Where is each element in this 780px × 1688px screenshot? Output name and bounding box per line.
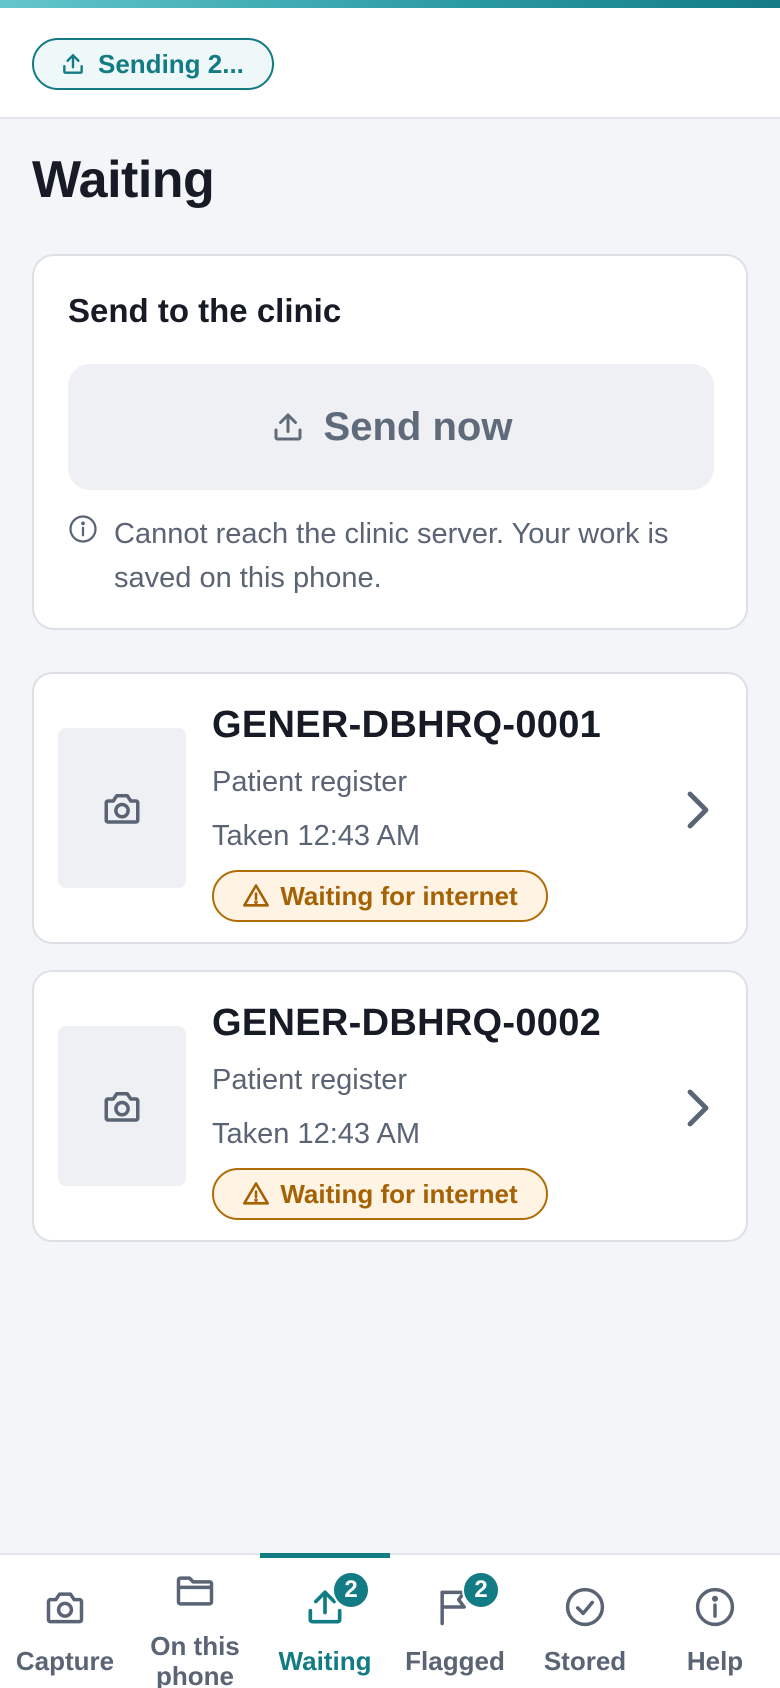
document-taken-time: Taken 12:43 AM	[212, 1118, 420, 1150]
send-now-label: Send now	[323, 404, 513, 449]
connection-info-text: Cannot reach the clinic server. Your wor…	[114, 518, 669, 594]
app-header: Sending 2...	[0, 8, 780, 119]
sync-status-pill[interactable]: Sending 2...	[32, 38, 274, 90]
folder-icon	[176, 1576, 214, 1606]
sync-status-label: Sending 2...	[98, 48, 244, 79]
nav-count-badge: 2	[332, 1571, 370, 1609]
document-thumbnail	[58, 728, 186, 888]
top-accent-bar	[0, 0, 780, 8]
status-badge: Waiting for internet	[212, 1168, 548, 1220]
nav-item-capture[interactable]: Capture	[0, 1555, 130, 1688]
send-card: Send to the clinic Send now Cannot reach…	[32, 254, 748, 630]
connection-info: Cannot reach the clinic server. Your wor…	[68, 512, 718, 600]
camera-icon	[104, 1092, 140, 1122]
camera-icon	[104, 794, 140, 824]
bottom-nav: Capture On this phone 2 Waiting 2 Flagge…	[0, 1553, 780, 1688]
document-card[interactable]: GENER-DBHRQ-0002 Patient register Taken …	[32, 970, 748, 1242]
nav-item-on-this-phone[interactable]: On this phone	[130, 1555, 260, 1688]
nav-label: Flagged	[405, 1646, 505, 1676]
nav-label: On this phone	[150, 1631, 240, 1688]
warning-icon	[243, 884, 270, 907]
document-type: Patient register	[212, 766, 408, 798]
status-badge-label: Waiting for internet	[280, 880, 518, 911]
document-id: GENER-DBHRQ-0002	[212, 1002, 602, 1044]
nav-label: Waiting	[278, 1646, 372, 1676]
status-badge-label: Waiting for internet	[280, 1178, 518, 1209]
nav-label: Stored	[543, 1646, 627, 1676]
upload-icon	[63, 54, 83, 74]
camera-icon	[46, 1592, 84, 1624]
upload-icon	[274, 413, 302, 441]
nav-label: Help	[686, 1646, 744, 1676]
nav-item-help[interactable]: Help	[650, 1555, 780, 1688]
document-type: Patient register	[212, 1064, 408, 1096]
info-icon	[69, 515, 97, 543]
warning-icon	[243, 1182, 270, 1205]
nav-item-stored[interactable]: Stored	[520, 1555, 650, 1688]
chevron-right-icon	[687, 791, 709, 829]
chevron-right-icon	[687, 1089, 709, 1127]
document-thumbnail	[58, 1026, 186, 1186]
send-card-title: Send to the clinic	[68, 292, 342, 329]
send-now-button[interactable]: Send now	[68, 364, 714, 490]
document-id: GENER-DBHRQ-0001	[212, 704, 602, 746]
page-title: Waiting	[32, 151, 215, 209]
nav-item-waiting[interactable]: 2 Waiting	[260, 1553, 390, 1688]
check-circle-icon	[565, 1587, 605, 1627]
document-taken-time: Taken 12:43 AM	[212, 820, 420, 852]
document-card[interactable]: GENER-DBHRQ-0001 Patient register Taken …	[32, 672, 748, 944]
nav-item-flagged[interactable]: 2 Flagged	[390, 1555, 520, 1688]
info-icon	[695, 1587, 735, 1627]
nav-label: Capture	[15, 1646, 115, 1676]
status-badge: Waiting for internet	[212, 870, 548, 922]
nav-count-badge: 2	[462, 1571, 500, 1609]
